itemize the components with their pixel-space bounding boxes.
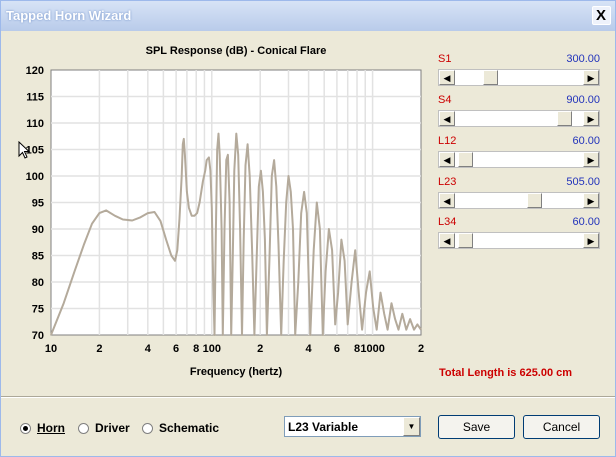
slider-thumb[interactable] bbox=[458, 152, 474, 167]
y-tick-label: 115 bbox=[26, 92, 44, 104]
slider-thumb[interactable] bbox=[458, 233, 474, 248]
x-tick-label: 8 bbox=[193, 343, 199, 355]
scroll-right-arrow-icon[interactable]: ▶ bbox=[583, 233, 599, 248]
scroll-left-arrow-icon[interactable]: ◀ bbox=[439, 193, 455, 208]
slider-s4: S4 900.00 ◀ ▶ bbox=[438, 94, 600, 128]
y-tick-label: 70 bbox=[32, 330, 44, 342]
slider-l12: L12 60.00 ◀ ▶ bbox=[438, 135, 600, 169]
x-tick-label: 1000 bbox=[360, 343, 384, 355]
scroll-left-arrow-icon[interactable]: ◀ bbox=[439, 233, 455, 248]
radio-schematic[interactable]: Schematic bbox=[142, 421, 219, 435]
x-tick-label: 8 bbox=[354, 343, 360, 355]
window-title: Tapped Horn Wizard bbox=[6, 8, 132, 23]
x-tick-label: 2 bbox=[96, 343, 102, 355]
slider-label: S4 bbox=[438, 94, 452, 106]
slider-value: 60.00 bbox=[572, 135, 600, 147]
slider-value: 300.00 bbox=[566, 53, 600, 65]
mouse-pointer-icon bbox=[18, 141, 30, 159]
scroll-left-arrow-icon[interactable]: ◀ bbox=[439, 111, 455, 126]
slider-value: 900.00 bbox=[566, 94, 600, 106]
x-tick-label: 10 bbox=[45, 343, 57, 355]
scroll-right-arrow-icon[interactable]: ▶ bbox=[583, 193, 599, 208]
mode-select-value: L23 Variable bbox=[288, 420, 359, 434]
y-tick-label: 100 bbox=[26, 171, 44, 183]
y-tick-label: 90 bbox=[32, 224, 44, 236]
y-tick-label: 80 bbox=[32, 277, 44, 289]
y-tick-label: 85 bbox=[32, 251, 44, 263]
total-length-text: Total Length is 625.00 cm bbox=[439, 367, 573, 379]
y-tick-label: 110 bbox=[26, 118, 44, 130]
scroll-right-arrow-icon[interactable]: ▶ bbox=[583, 111, 599, 126]
separator-line bbox=[1, 396, 615, 398]
y-tick-label: 120 bbox=[26, 65, 44, 77]
slider-label: S1 bbox=[438, 53, 452, 65]
slider-track[interactable]: ◀ ▶ bbox=[438, 110, 600, 127]
slider-track[interactable]: ◀ ▶ bbox=[438, 69, 600, 86]
x-tick-label: 4 bbox=[306, 343, 313, 355]
slider-value: 60.00 bbox=[572, 216, 600, 228]
slider-track[interactable]: ◀ ▶ bbox=[438, 151, 600, 168]
slider-value: 505.00 bbox=[566, 176, 600, 188]
scroll-left-arrow-icon[interactable]: ◀ bbox=[439, 70, 455, 85]
title-bar[interactable]: Tapped Horn Wizard X bbox=[1, 1, 615, 31]
scroll-left-arrow-icon[interactable]: ◀ bbox=[439, 152, 455, 167]
slider-l34: L34 60.00 ◀ ▶ bbox=[438, 216, 600, 250]
chart-title: SPL Response (dB) - Conical Flare bbox=[146, 45, 327, 57]
slider-l23: L23 505.00 ◀ ▶ bbox=[438, 176, 600, 210]
chevron-down-icon[interactable]: ▼ bbox=[403, 417, 420, 436]
x-tick-label: 4 bbox=[145, 343, 152, 355]
y-tick-label: 95 bbox=[32, 198, 44, 210]
y-tick-label: 75 bbox=[32, 304, 44, 316]
spl-response-chart: SPL Response (dB) - Conical Flare 70 75 80… bbox=[26, 45, 424, 378]
scroll-right-arrow-icon[interactable]: ▶ bbox=[583, 152, 599, 167]
slider-thumb[interactable] bbox=[556, 111, 572, 126]
x-tick-label: 100 bbox=[203, 343, 221, 355]
slider-track[interactable]: ◀ ▶ bbox=[438, 192, 600, 209]
x-tick-label: 2 bbox=[257, 343, 263, 355]
mode-select[interactable]: L23 Variable ▼ bbox=[284, 416, 421, 437]
radio-horn-dot[interactable] bbox=[20, 422, 31, 434]
slider-thumb[interactable] bbox=[483, 70, 499, 85]
tapped-horn-wizard-window: Tapped Horn Wizard X SPL Response (dB) -… bbox=[0, 0, 616, 457]
radio-driver-dot[interactable] bbox=[78, 422, 89, 434]
slider-label: L12 bbox=[438, 135, 457, 147]
slider-s1: S1 300.00 ◀ ▶ bbox=[438, 53, 600, 87]
x-tick-label: 2 bbox=[418, 343, 424, 355]
y-axis-ticks: 707580859095100105110115120 bbox=[26, 65, 44, 342]
radio-horn-label: Horn bbox=[37, 421, 65, 435]
x-tick-label: 6 bbox=[334, 343, 340, 355]
x-axis-label: Frequency (hertz) bbox=[190, 366, 283, 378]
close-icon: X bbox=[596, 7, 607, 24]
radio-horn[interactable]: Horn bbox=[20, 421, 65, 435]
radio-schematic-dot[interactable] bbox=[142, 422, 153, 434]
save-button[interactable]: Save bbox=[438, 415, 515, 439]
slider-label: L23 bbox=[438, 176, 457, 188]
scroll-right-arrow-icon[interactable]: ▶ bbox=[583, 70, 599, 85]
slider-thumb[interactable] bbox=[527, 193, 543, 208]
x-tick-label: 6 bbox=[173, 343, 179, 355]
radio-schematic-label: Schematic bbox=[159, 421, 220, 435]
slider-label: L34 bbox=[438, 216, 457, 228]
x-axis-ticks: 10 2 4 6 8 100 2 4 6 8 1000 2 bbox=[45, 343, 424, 355]
close-button[interactable]: X bbox=[592, 6, 611, 25]
radio-driver-label: Driver bbox=[95, 421, 130, 435]
radio-driver[interactable]: Driver bbox=[78, 421, 130, 435]
slider-track[interactable]: ◀ ▶ bbox=[438, 232, 600, 249]
cancel-button[interactable]: Cancel bbox=[523, 415, 600, 439]
